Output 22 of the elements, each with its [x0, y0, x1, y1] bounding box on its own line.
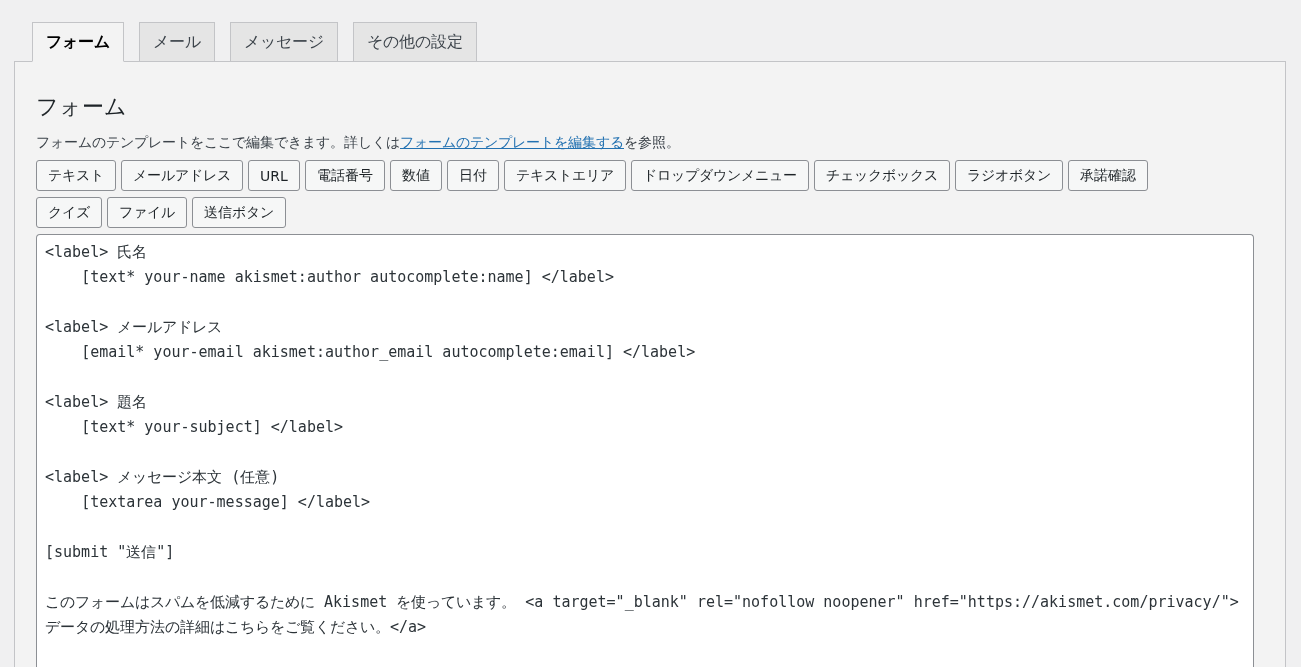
tag-generator-button[interactable]: URL — [248, 160, 300, 191]
section-heading: フォーム — [36, 93, 128, 121]
help-link[interactable]: フォームのテンプレートを編集する — [400, 134, 624, 150]
tag-generator-button[interactable]: 承諾確認 — [1067, 160, 1148, 191]
tab[interactable]: その他の設定 — [353, 22, 477, 62]
tag-generator-button[interactable]: 日付 — [446, 160, 499, 191]
tab[interactable]: メール — [139, 22, 215, 62]
tag-generator-button[interactable]: テキストエリア — [503, 160, 626, 191]
tag-generator-button[interactable]: ファイル — [107, 197, 187, 228]
tab[interactable]: フォーム — [32, 22, 124, 62]
tag-generator-button[interactable]: 数値 — [389, 160, 442, 191]
tag-generator-button[interactable]: テキスト — [36, 160, 116, 191]
tag-generator-button[interactable]: 送信ボタン — [192, 197, 286, 228]
tag-generator-button[interactable]: クイズ — [36, 197, 102, 228]
tag-generator-button[interactable]: ラジオボタン — [954, 160, 1063, 191]
tag-generator-button[interactable]: メールアドレス — [121, 160, 243, 191]
tag-generator-button[interactable]: 電話番号 — [304, 160, 385, 191]
tag-generator-button[interactable]: ドロップダウンメニュー — [630, 160, 809, 191]
tag-generator-button[interactable]: チェックボックス — [813, 160, 950, 191]
description-text: フォームのテンプレートをここで編集できます。詳しくはフォームのテンプレートを編集する を参照。 — [36, 134, 681, 152]
form-template-editor[interactable]: <label> 氏名 [text* your-name akismet:author autocomplete:name] </label> <label> メールアドレス [email* your-email akismet:author_email autocomplete:email] </label> <label> 題名 [text* your-subject] </label> <label> メッセージ本文 (任意) [textarea your-message] </label> [submit "送信"] このフォームはスパムを低減するために Akismet を使っています。 <a target="_blank" rel="nofollow noopener" href="https://akismet.com/privacy/">データの処理方法の詳細はこちらをご覧ください。</a> — [36, 234, 1254, 667]
tab[interactable]: メッセージ — [230, 22, 338, 62]
